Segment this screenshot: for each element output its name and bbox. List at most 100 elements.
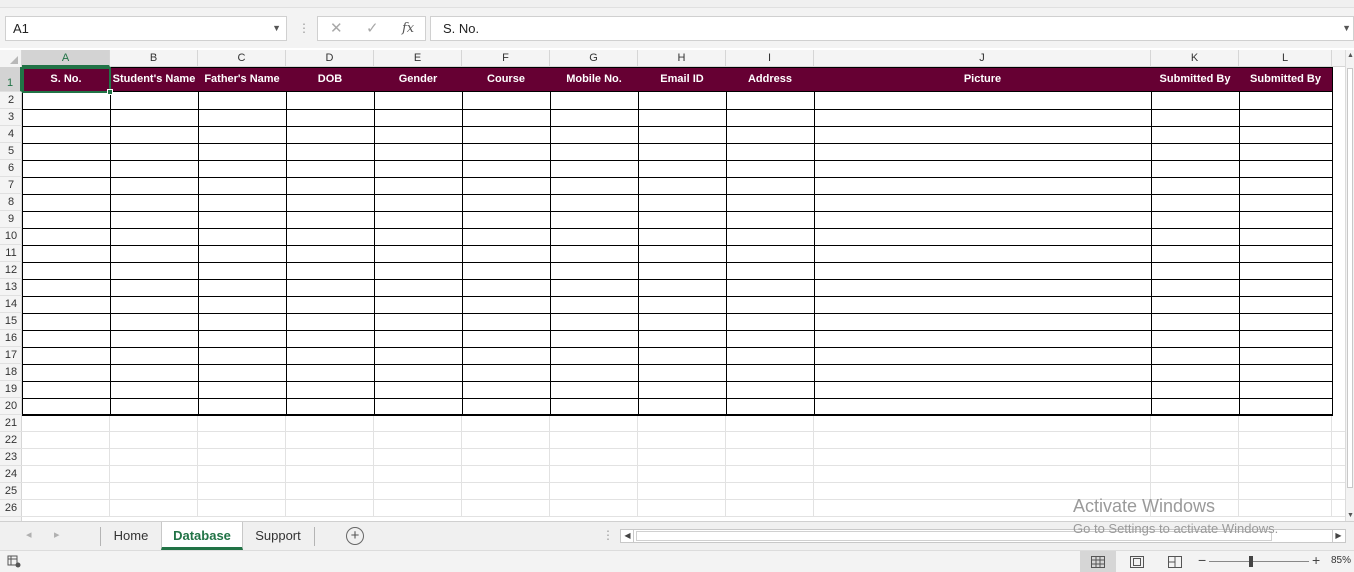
table-cell[interactable] [110, 126, 199, 144]
table-cell[interactable] [1239, 143, 1333, 161]
table-header-cell-c[interactable]: Father's Name [198, 67, 287, 92]
table-cell[interactable] [550, 211, 639, 229]
name-box-dropdown-icon[interactable]: ▼ [272, 17, 281, 40]
table-cell[interactable] [374, 228, 463, 246]
table-cell[interactable] [110, 398, 199, 416]
table-cell[interactable] [22, 296, 111, 314]
table-cell[interactable] [22, 143, 111, 161]
row-header-20[interactable]: 20 [0, 398, 22, 415]
table-cell[interactable] [1151, 279, 1240, 297]
table-cell[interactable] [198, 211, 287, 229]
table-cell[interactable] [1239, 296, 1333, 314]
table-header-cell-b[interactable]: Student's Name [110, 67, 199, 92]
table-header-cell-h[interactable]: Email ID [638, 67, 727, 92]
table-cell[interactable] [286, 194, 375, 212]
table-cell[interactable] [22, 109, 111, 127]
table-cell[interactable] [198, 126, 287, 144]
table-cell[interactable] [110, 330, 199, 348]
column-header-j[interactable]: J [814, 50, 1151, 67]
table-cell[interactable] [286, 381, 375, 399]
table-cell[interactable] [374, 296, 463, 314]
table-cell[interactable] [110, 92, 199, 110]
table-cell[interactable] [198, 262, 287, 280]
row-header-11[interactable]: 11 [0, 245, 22, 262]
table-cell[interactable] [198, 381, 287, 399]
table-cell[interactable] [1239, 92, 1333, 110]
table-cell[interactable] [22, 228, 111, 246]
zoom-level[interactable]: 85% [1331, 555, 1351, 566]
table-cell[interactable] [638, 347, 727, 365]
horizontal-scrollbar[interactable]: ◀ ▶ [620, 529, 1346, 543]
table-cell[interactable] [638, 245, 727, 263]
table-cell[interactable] [726, 279, 815, 297]
table-cell[interactable] [1151, 126, 1240, 144]
zoom-slider[interactable] [1209, 556, 1309, 567]
table-cell[interactable] [550, 126, 639, 144]
table-cell[interactable] [198, 296, 287, 314]
table-cell[interactable] [286, 330, 375, 348]
table-cell[interactable] [462, 381, 551, 399]
table-cell[interactable] [814, 126, 1152, 144]
table-cell[interactable] [286, 262, 375, 280]
table-cell[interactable] [1239, 398, 1333, 416]
table-cell[interactable] [110, 143, 199, 161]
table-cell[interactable] [286, 398, 375, 416]
row-header-7[interactable]: 7 [0, 177, 22, 194]
column-header-a[interactable]: A [22, 50, 110, 67]
table-header-cell-k[interactable]: Submitted By [1151, 67, 1240, 92]
table-cell[interactable] [22, 381, 111, 399]
table-header-cell-l[interactable]: Submitted By [1239, 67, 1333, 92]
table-cell[interactable] [286, 160, 375, 178]
table-header-cell-f[interactable]: Course [462, 67, 551, 92]
row-header-13[interactable]: 13 [0, 279, 22, 296]
table-cell[interactable] [550, 279, 639, 297]
table-cell[interactable] [814, 160, 1152, 178]
table-cell[interactable] [1239, 228, 1333, 246]
table-cell[interactable] [726, 296, 815, 314]
table-cell[interactable] [550, 194, 639, 212]
table-cell[interactable] [814, 228, 1152, 246]
table-cell[interactable] [110, 279, 199, 297]
table-cell[interactable] [286, 228, 375, 246]
row-header-6[interactable]: 6 [0, 160, 22, 177]
row-header-3[interactable]: 3 [0, 109, 22, 126]
table-cell[interactable] [550, 109, 639, 127]
table-cell[interactable] [726, 228, 815, 246]
table-cell[interactable] [198, 364, 287, 382]
table-cell[interactable] [374, 313, 463, 331]
row-header-22[interactable]: 22 [0, 432, 22, 449]
table-cell[interactable] [726, 330, 815, 348]
table-cell[interactable] [638, 398, 727, 416]
table-cell[interactable] [1151, 398, 1240, 416]
table-cell[interactable] [462, 330, 551, 348]
table-cell[interactable] [1151, 211, 1240, 229]
table-cell[interactable] [814, 313, 1152, 331]
row-header-16[interactable]: 16 [0, 330, 22, 347]
scroll-up-icon[interactable]: ▲ [1347, 52, 1354, 59]
table-cell[interactable] [638, 109, 727, 127]
table-cell[interactable] [1151, 313, 1240, 331]
sheet-tab-home[interactable]: Home [101, 522, 161, 550]
table-cell[interactable] [726, 126, 815, 144]
table-cell[interactable] [726, 364, 815, 382]
table-cell[interactable] [1239, 177, 1333, 195]
table-cell[interactable] [814, 330, 1152, 348]
table-cell[interactable] [198, 177, 287, 195]
row-header-12[interactable]: 12 [0, 262, 22, 279]
table-cell[interactable] [726, 398, 815, 416]
table-cell[interactable] [110, 194, 199, 212]
table-cell[interactable] [814, 177, 1152, 195]
table-cell[interactable] [1151, 177, 1240, 195]
table-cell[interactable] [1151, 143, 1240, 161]
table-cell[interactable] [814, 262, 1152, 280]
table-cell[interactable] [726, 211, 815, 229]
table-cell[interactable] [110, 211, 199, 229]
table-cell[interactable] [1239, 160, 1333, 178]
table-cell[interactable] [198, 92, 287, 110]
table-cell[interactable] [1151, 109, 1240, 127]
table-cell[interactable] [638, 279, 727, 297]
table-cell[interactable] [550, 347, 639, 365]
table-cell[interactable] [550, 296, 639, 314]
table-cell[interactable] [726, 313, 815, 331]
table-cell[interactable] [1239, 245, 1333, 263]
